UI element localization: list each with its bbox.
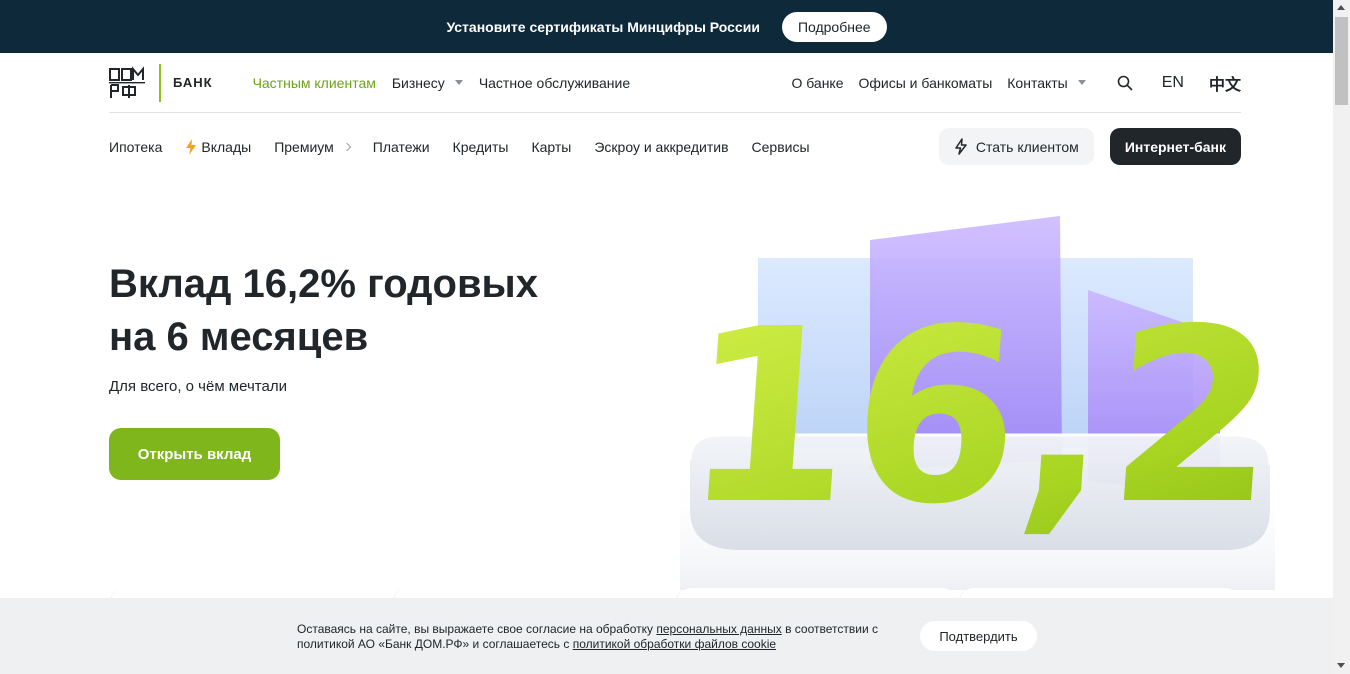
cookie-text-part1: Оставаясь на сайте, вы выражаете свое со… xyxy=(297,622,657,636)
cookie-banner: Оставаясь на сайте, вы выражаете свое со… xyxy=(0,598,1333,674)
hero-image-text: 16,2% xyxy=(680,277,1275,557)
nav-offices-atms[interactable]: Офисы и банкоматы xyxy=(859,75,993,91)
dropdown-arrow-icon xyxy=(454,80,463,85)
cookie-text: Оставаясь на сайте, вы выражаете свое со… xyxy=(297,622,897,652)
nav-deposits-label: Вклады xyxy=(201,138,252,155)
scroll-down-icon[interactable] xyxy=(1337,663,1345,668)
dom-rf-logo-icon xyxy=(109,65,145,98)
lang-cn-link[interactable]: 中文 xyxy=(1209,71,1241,95)
segment-nav: Частным клиентам Бизнесу Частное обслужи… xyxy=(253,75,631,91)
notice-text: Установите сертификаты Минцифры России xyxy=(446,18,760,35)
lang-en-link[interactable]: EN xyxy=(1162,74,1184,92)
hero-title-line2: на 6 месяцев xyxy=(109,315,369,359)
dropdown-arrow-icon xyxy=(1077,80,1086,85)
nav-cards[interactable]: Карты xyxy=(531,139,571,155)
become-client-label: Стать клиентом xyxy=(975,138,1079,155)
logo-divider xyxy=(159,63,161,102)
nav-deposits[interactable]: Вклады xyxy=(185,138,252,155)
logo-bank-label: БАНК xyxy=(173,75,213,90)
nav-credits[interactable]: Кредиты xyxy=(453,139,509,155)
logo[interactable]: БАНК xyxy=(109,63,213,102)
notice-more-button[interactable]: Подробнее xyxy=(781,11,887,42)
product-nav-bar: Ипотека Вклады Премиум Платежи Кредиты К… xyxy=(109,128,1241,165)
nav-premium[interactable]: Премиум xyxy=(274,138,352,155)
internet-bank-button[interactable]: Интернет-банк xyxy=(1109,128,1241,165)
scroll-up-icon[interactable] xyxy=(1337,5,1345,10)
nav-about-bank[interactable]: О банке xyxy=(791,75,843,91)
search-icon[interactable] xyxy=(1117,75,1133,91)
nav-business-label: Бизнесу xyxy=(391,74,445,91)
nav-contacts[interactable]: Контакты xyxy=(1007,74,1086,91)
cookie-confirm-button[interactable]: Подтвердить xyxy=(920,621,1037,651)
nav-premium-label: Премиум xyxy=(274,138,334,155)
nav-private-clients[interactable]: Частным клиентам xyxy=(253,75,376,91)
lightning-outline-icon xyxy=(955,138,967,155)
product-nav: Ипотека Вклады Премиум Платежи Кредиты К… xyxy=(109,138,833,155)
certificate-notice-bar: Установите сертификаты Минцифры России П… xyxy=(0,0,1333,53)
nav-escrow[interactable]: Эскроу и аккредитив xyxy=(594,139,728,155)
nav-payments[interactable]: Платежи xyxy=(373,139,430,155)
lightning-icon xyxy=(186,138,197,155)
nav-business[interactable]: Бизнесу xyxy=(392,75,463,91)
page-scrollbar[interactable] xyxy=(1333,0,1350,674)
nav-contacts-label: Контакты xyxy=(1007,74,1068,91)
scroll-thumb[interactable] xyxy=(1335,17,1348,105)
become-client-button[interactable]: Стать клиентом xyxy=(938,128,1094,165)
open-deposit-button[interactable]: Открыть вклад xyxy=(109,428,280,480)
personal-data-link[interactable]: персональных данных xyxy=(656,622,781,636)
utility-nav: О банке Офисы и банкоматы Контакты EN 中文 xyxy=(791,71,1241,95)
hero-title-line1: Вклад 16,2% годовых xyxy=(109,262,538,306)
nav-services[interactable]: Сервисы xyxy=(752,139,810,155)
nav-private-banking[interactable]: Частное обслуживание xyxy=(479,75,630,91)
cookie-policy-link[interactable]: политикой обработки файлов cookie xyxy=(573,637,776,651)
hero-16-2-percent-illustration: 16,2% xyxy=(680,216,1275,590)
nav-mortgage[interactable]: Ипотека xyxy=(109,139,162,155)
hero-subtitle: Для всего, о чём мечтали xyxy=(109,378,287,395)
hero-title: Вклад 16,2% годовых на 6 месяцев xyxy=(109,258,629,364)
chevron-right-icon xyxy=(342,142,352,151)
main-header: БАНК Частным клиентам Бизнесу Частное об… xyxy=(109,53,1241,113)
